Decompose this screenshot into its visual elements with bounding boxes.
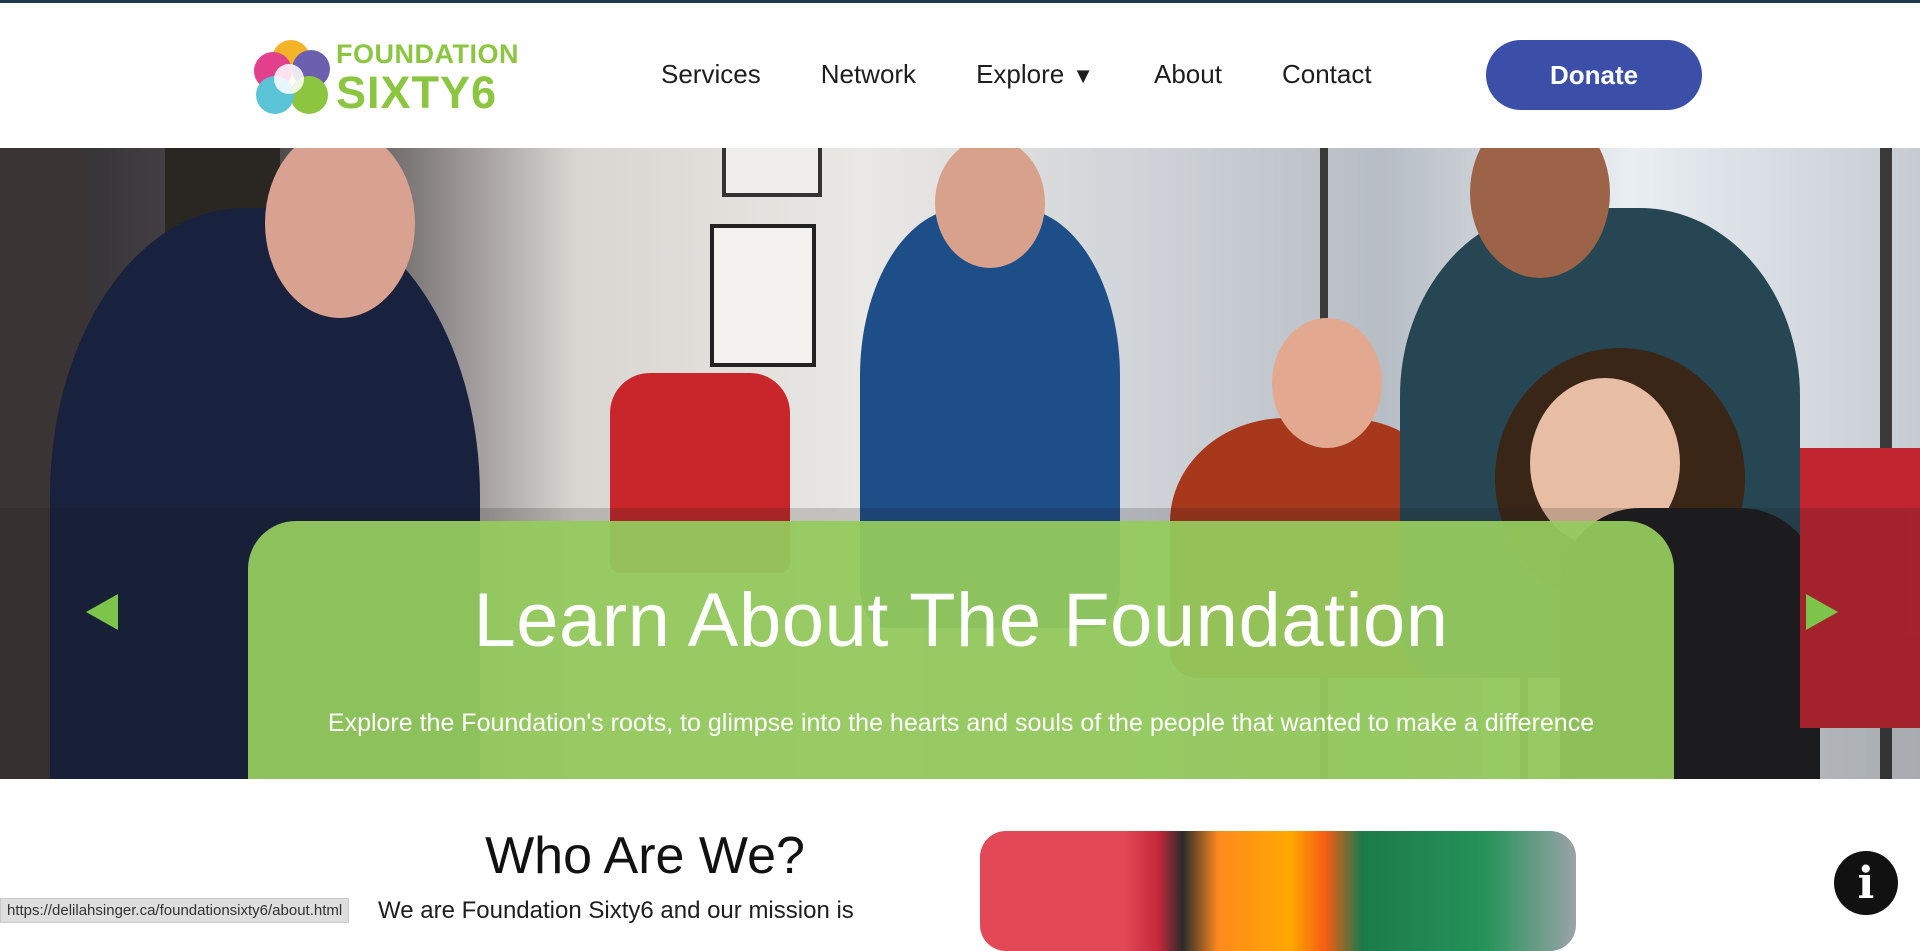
nav-about[interactable]: About bbox=[1154, 59, 1222, 90]
knitted-fabric-photo bbox=[980, 831, 1576, 951]
triangle-right-icon[interactable] bbox=[1806, 594, 1838, 630]
info-icon[interactable]: i bbox=[1834, 851, 1898, 915]
section-title: Who Are We? bbox=[485, 827, 805, 885]
nav-network[interactable]: Network bbox=[821, 59, 916, 90]
hero-caption-card: Learn About The Foundation Explore the F… bbox=[248, 521, 1674, 779]
nav-contact[interactable]: Contact bbox=[1282, 59, 1372, 90]
nav-services[interactable]: Services bbox=[661, 59, 761, 90]
logo-line1: FOUNDATION bbox=[336, 39, 519, 69]
nav-contact-label: Contact bbox=[1281, 59, 1372, 89]
logo-circles-icon bbox=[252, 38, 332, 118]
logo[interactable]: FOUNDATION SIXTY6 bbox=[252, 35, 542, 121]
hero-subtitle: Explore the Foundation's roots, to glimp… bbox=[327, 709, 1595, 737]
nav-explore[interactable]: Explore ▼ bbox=[976, 59, 1094, 90]
info-glyph: i bbox=[1857, 857, 1875, 909]
nav-explore-label: Explore bbox=[976, 59, 1065, 89]
site-header: FOUNDATION SIXTY6 Services Network Explo… bbox=[0, 3, 1920, 148]
caret-down-icon: ▼ bbox=[1072, 63, 1094, 88]
logo-line2: SIXTY6 bbox=[336, 67, 498, 118]
nav-about-label: About bbox=[1154, 59, 1222, 89]
main-nav: Services Network Explore ▼ About Contact bbox=[661, 59, 1372, 90]
hero-title: Learn About The Foundation bbox=[473, 578, 1449, 663]
nav-network-label: Network bbox=[820, 59, 917, 89]
triangle-left-icon[interactable] bbox=[86, 594, 118, 630]
status-bar-url: https://delilahsinger.ca/foundationsixty… bbox=[0, 898, 350, 923]
donate-button[interactable]: Donate bbox=[1486, 40, 1702, 110]
nav-services-label: Services bbox=[661, 59, 761, 89]
